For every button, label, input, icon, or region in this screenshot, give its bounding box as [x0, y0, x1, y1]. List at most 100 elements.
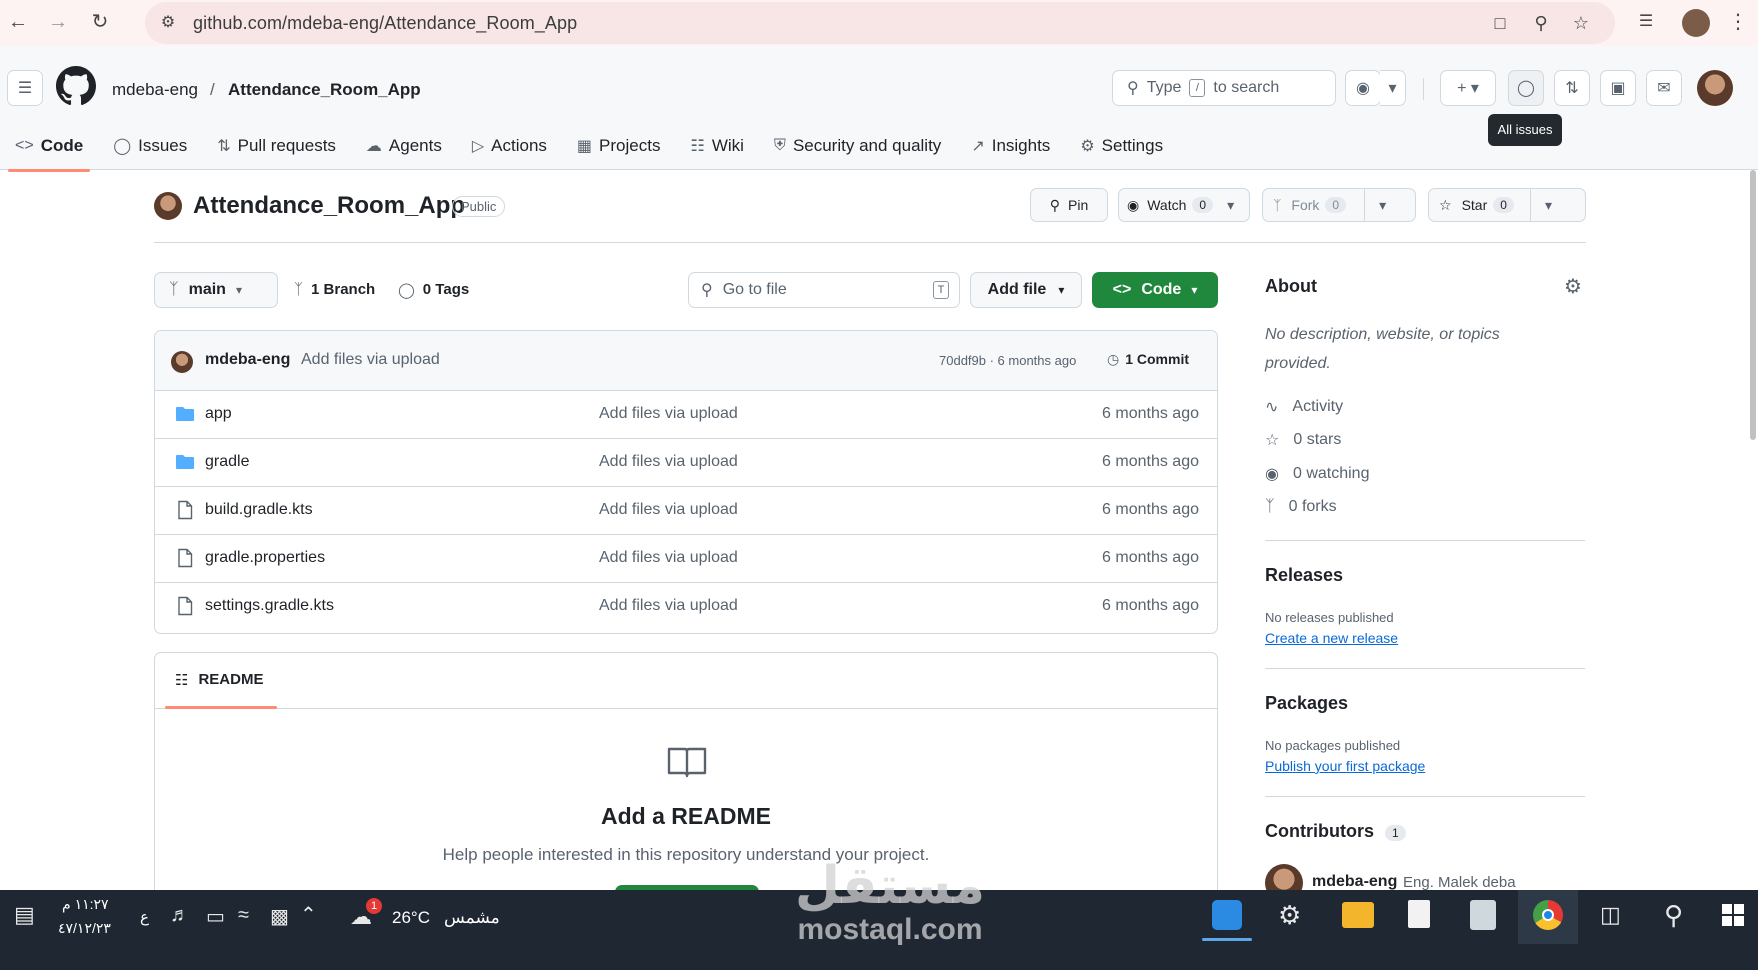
repo-owner-avatar[interactable] [154, 192, 182, 220]
site-info-icon[interactable]: ⚙ [157, 12, 179, 34]
watch-button[interactable]: ◉ Watch 0 ▾ [1118, 188, 1250, 222]
clock-time[interactable]: ١١:٢٧ م [62, 896, 109, 913]
weather-condition[interactable]: مشمس [444, 908, 500, 928]
file-name[interactable]: build.gradle.kts [205, 501, 313, 519]
tab-settings[interactable]: ⚙ Settings [1065, 124, 1178, 168]
breadcrumb-owner[interactable]: mdeba-eng [112, 80, 198, 100]
inbox-icon[interactable]: ✉ [1646, 70, 1682, 106]
releases-heading[interactable]: Releases [1265, 565, 1343, 586]
repo-title[interactable]: Attendance_Room_App [193, 192, 465, 220]
file-date[interactable]: 6 months ago [1102, 405, 1199, 423]
settings-app-icon[interactable]: ⚙ [1278, 900, 1301, 931]
tab-pull-requests[interactable]: ⇅ Pull requests [202, 124, 351, 168]
tab-insights[interactable]: ↗ Insights [956, 124, 1065, 168]
file-row[interactable]: build.gradle.kts Add files via upload 6 mo… [155, 487, 1217, 535]
chevron-down-icon[interactable]: ▾ [1379, 197, 1386, 214]
input-language[interactable]: ع [140, 908, 149, 926]
arrow-right-icon[interactable]: → [46, 10, 70, 34]
reload-icon[interactable]: ↻ [88, 10, 112, 34]
file-commit-message[interactable]: Add files via upload [599, 597, 738, 615]
page-scrollbar[interactable] [1750, 170, 1756, 440]
clock-date[interactable]: ٤٧/١٢/٢٣ [58, 920, 111, 937]
tab-projects[interactable]: ▦ Projects [562, 124, 676, 168]
zoom-icon[interactable]: ⚲ [1530, 12, 1552, 34]
packages-heading[interactable]: Packages [1265, 693, 1348, 714]
commits-link[interactable]: ◷ 1 Commit [1107, 351, 1189, 368]
search-icon[interactable]: ⚲ [1664, 900, 1683, 931]
global-search-input[interactable]: ⚲ Type / to search [1112, 70, 1336, 106]
commit-author[interactable]: mdeba-eng [205, 351, 290, 369]
task-view-icon[interactable]: ◫ [1600, 902, 1621, 928]
add-file-button[interactable]: Add file ▾ [970, 272, 1082, 308]
readme-tab[interactable]: ☷ README [175, 671, 263, 689]
file-row[interactable]: gradle.properties Add files via upload 6 m… [155, 535, 1217, 583]
breadcrumb-repo[interactable]: Attendance_Room_App [228, 80, 421, 100]
file-commit-message[interactable]: Add files via upload [599, 405, 738, 423]
url-text[interactable]: github.com/mdeba-eng/Attendance_Room_App [193, 13, 577, 34]
tab-actions[interactable]: ▷ Actions [457, 124, 562, 168]
go-to-file-input[interactable]: ⚲ Go to file T [688, 272, 960, 308]
chrome-taskbar-slot[interactable] [1518, 890, 1578, 944]
file-commit-message[interactable]: Add files via upload [599, 549, 738, 567]
chevron-up-icon[interactable]: ⌃ [300, 902, 317, 927]
file-name[interactable]: settings.gradle.kts [205, 597, 334, 615]
code-button[interactable]: <> Code ▾ [1092, 272, 1218, 308]
file-row[interactable]: app Add files via upload 6 months ago [155, 391, 1217, 439]
branches-link[interactable]: ᛉ 1 Branch [294, 281, 375, 298]
chevron-down-icon[interactable]: ▾ [1227, 197, 1234, 214]
file-name[interactable]: gradle [205, 453, 249, 471]
copilot-icon[interactable]: ◉ [1345, 70, 1381, 106]
tab-security-and-quality[interactable]: ⛨ Security and quality [759, 124, 956, 168]
arrow-left-icon[interactable]: ← [6, 10, 30, 34]
chevron-down-icon[interactable]: ▾ [1545, 197, 1552, 214]
file-row[interactable]: settings.gradle.kts Add files via upload 6… [155, 583, 1217, 631]
tags-link[interactable]: ◯ 0 Tags [398, 281, 469, 299]
star-button[interactable]: ☆ Star 0 ▾ [1428, 188, 1586, 222]
weather-temp[interactable]: 26°C [392, 908, 430, 928]
tab-code[interactable]: <> Code [0, 124, 98, 172]
publish-package-link[interactable]: Publish your first package [1265, 758, 1425, 774]
commit-author-avatar[interactable] [171, 351, 193, 373]
create-release-link[interactable]: Create a new release [1265, 630, 1398, 646]
battery-icon[interactable]: ▭ [206, 904, 225, 929]
issues-icon[interactable]: ◯ [1508, 70, 1544, 106]
fork-button[interactable]: ᛉ Fork 0 ▾ [1262, 188, 1416, 222]
windows-start-icon[interactable] [1722, 904, 1744, 926]
browser-profile-avatar[interactable] [1682, 9, 1710, 37]
file-commit-message[interactable]: Add files via upload [599, 453, 738, 471]
file-date[interactable]: 6 months ago [1102, 549, 1199, 567]
device-icon[interactable]: ▩ [270, 904, 289, 929]
wifi-icon[interactable]: ≈ [238, 904, 249, 927]
github-logo-icon[interactable] [56, 66, 96, 106]
file-date[interactable]: 6 months ago [1102, 597, 1199, 615]
file-commit-message[interactable]: Add files via upload [599, 501, 738, 519]
tab-agents[interactable]: ☁ Agents [351, 124, 457, 168]
notepad-icon[interactable] [1408, 900, 1430, 928]
forks-link[interactable]: ᛉ 0 forks [1265, 498, 1337, 516]
address-bar[interactable]: ⚙ github.com/mdeba-eng/Attendance_Room_A… [145, 2, 1615, 44]
watchers-link[interactable]: ◉ 0 watching [1265, 464, 1369, 484]
commit-hash-time[interactable]: 70ddf9b · 6 months ago [939, 353, 1076, 368]
file-name[interactable]: app [205, 405, 232, 423]
file-date[interactable]: 6 months ago [1102, 453, 1199, 471]
tab-wiki[interactable]: ☷ Wiki [675, 124, 758, 168]
media-icon[interactable]: ☰ [1634, 10, 1658, 34]
hamburger-menu-icon[interactable]: ☰ [7, 70, 43, 106]
branch-selector[interactable]: ᛉ main ▾ [154, 272, 278, 308]
pull-requests-icon[interactable]: ⇅ [1554, 70, 1590, 106]
user-avatar[interactable] [1697, 70, 1733, 106]
activity-link[interactable]: ∿ Activity [1265, 397, 1343, 417]
bookmark-star-icon[interactable]: ☆ [1570, 12, 1592, 34]
create-new-button[interactable]: + ▾ [1440, 70, 1496, 106]
stars-link[interactable]: ☆ 0 stars [1265, 430, 1341, 450]
contributors-heading[interactable]: Contributors 1 [1265, 821, 1406, 842]
file-name[interactable]: gradle.properties [205, 549, 325, 567]
notification-icon[interactable]: ▤ [14, 902, 35, 928]
pin-button[interactable]: ⚲ Pin [1030, 188, 1108, 222]
cast-icon[interactable]: □ [1489, 12, 1511, 34]
contributor-username[interactable]: mdeba-eng [1312, 873, 1397, 891]
volume-icon[interactable]: ♬ [170, 904, 190, 927]
file-row[interactable]: gradle Add files via upload 6 months ago [155, 439, 1217, 487]
copilot-dropdown-icon[interactable]: ▾ [1380, 70, 1406, 106]
repositories-icon[interactable]: ▣ [1600, 70, 1636, 106]
